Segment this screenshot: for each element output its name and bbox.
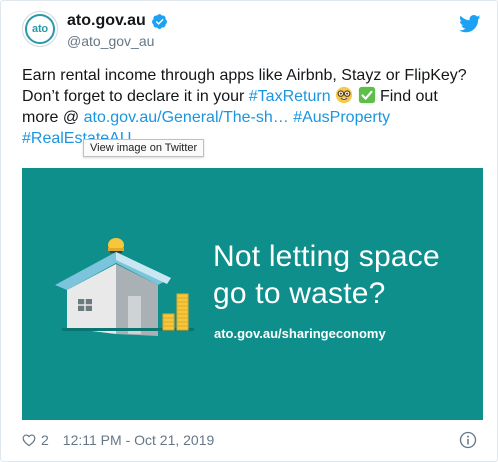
tweet-text-segment: more @ xyxy=(22,109,84,126)
tweet-line-1: Earn rental income through apps like Air… xyxy=(22,67,467,84)
verified-badge-icon xyxy=(151,13,167,29)
tweet-text-segment: Don’t forget to declare it in your xyxy=(22,88,249,105)
like-count[interactable]: 2 xyxy=(41,432,49,448)
heart-icon[interactable] xyxy=(22,433,36,447)
house-coins-illustration xyxy=(55,238,194,336)
image-headline: Not letting space go to waste? xyxy=(213,238,440,312)
image-tooltip: View image on Twitter xyxy=(83,139,205,157)
nerd-face-emoji-icon xyxy=(335,86,353,104)
image-url-text: ato.gov.au/sharingeconomy xyxy=(214,326,386,341)
tweet-line-2: Don’t forget to declare it in your #TaxR… xyxy=(22,86,492,107)
image-headline-line-1: Not letting space xyxy=(213,240,440,273)
account-info[interactable]: ato.gov.au @ato_gov_au xyxy=(67,12,168,49)
check-mark-emoji-icon xyxy=(358,86,375,104)
tweet-text: Earn rental income through apps like Air… xyxy=(22,65,492,149)
handle[interactable]: @ato_gov_au xyxy=(67,33,168,49)
tweet-footer: 2 12:11 PM - Oct 21, 2019 xyxy=(22,431,483,449)
timestamp[interactable]: 12:11 PM - Oct 21, 2019 xyxy=(63,432,215,448)
avatar[interactable]: ato xyxy=(22,11,58,47)
info-icon[interactable] xyxy=(459,431,477,449)
tweet-card: ato ato.gov.au @ato_gov_au Earn rental i… xyxy=(0,0,498,462)
tweet-text-segment: Find out xyxy=(375,88,438,105)
hashtag-taxreturn-link[interactable]: #TaxReturn xyxy=(249,88,331,105)
twitter-bird-icon[interactable] xyxy=(459,15,481,33)
hashtag-ausproperty-link[interactable]: #AusProperty xyxy=(293,109,390,126)
article-link[interactable]: ato.gov.au/General/The-sh… xyxy=(84,109,289,126)
ato-logo: ato xyxy=(25,14,55,44)
tweet-line-3: more @ ato.gov.au/General/The-sh… #AusPr… xyxy=(22,107,492,128)
tweet-image[interactable]: Not letting space go to waste? ato.gov.a… xyxy=(22,168,483,420)
display-name[interactable]: ato.gov.au xyxy=(67,12,146,30)
image-headline-line-2: go to waste? xyxy=(213,277,386,310)
